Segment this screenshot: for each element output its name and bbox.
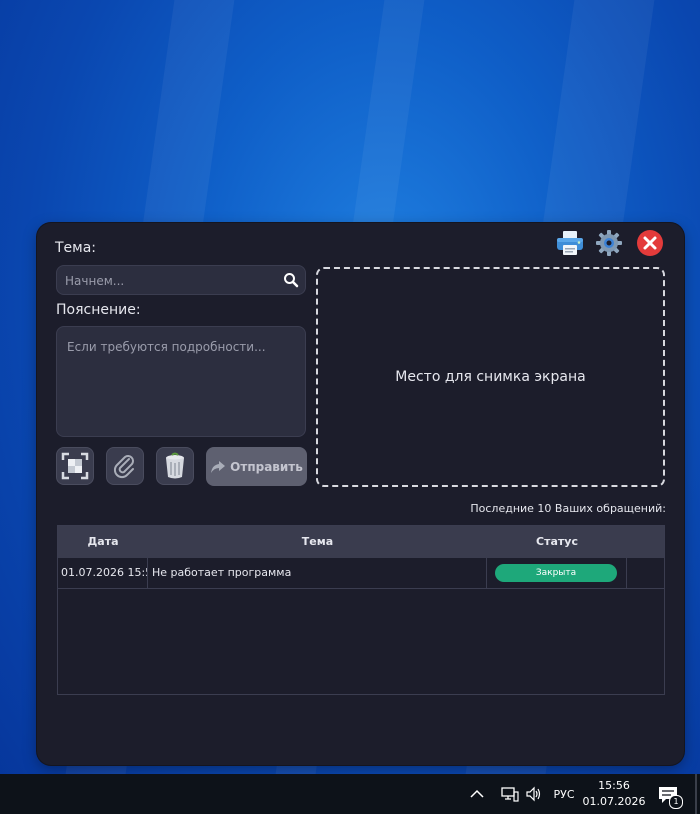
show-desktop-edge[interactable] — [695, 774, 697, 814]
column-header-date[interactable]: Дата — [58, 526, 148, 558]
network-icon — [501, 787, 519, 802]
network-button[interactable] — [500, 785, 520, 803]
topic-label: Тема: — [55, 240, 97, 256]
close-button[interactable] — [636, 229, 664, 257]
status-badge: Закрыта — [495, 564, 617, 582]
close-icon — [637, 230, 663, 256]
clock[interactable]: 15:56 01.07.2026 — [582, 778, 646, 810]
column-header-topic[interactable]: Тема — [148, 526, 487, 558]
send-button-label: Отправить — [230, 459, 303, 474]
description-placeholder: Если требуются подробности... — [67, 340, 266, 354]
description-label: Пояснение: — [56, 302, 141, 318]
print-button[interactable] — [555, 229, 585, 257]
forward-arrow-icon — [211, 460, 226, 473]
printer-icon — [557, 231, 583, 255]
row-topic: Не работает программа — [148, 558, 487, 588]
table-row[interactable]: 01.07.2026 15:55 Не работает программа З… — [58, 558, 664, 589]
support-request-window: Тема: Начнем... Пояснение: Если требуютс… — [37, 223, 684, 765]
taskbar: РУС 15:56 01.07.2026 1 — [0, 774, 700, 814]
row-date: 01.07.2026 15:55 — [58, 558, 148, 588]
description-textarea[interactable]: Если требуются подробности... — [56, 326, 306, 437]
chevron-up-icon — [470, 789, 484, 798]
table-header: Дата Тема Статус — [58, 526, 664, 558]
show-hidden-icons-button[interactable] — [468, 786, 486, 802]
clear-button[interactable] — [156, 447, 194, 485]
language-indicator[interactable]: РУС — [550, 786, 578, 802]
row-status: Закрыта — [487, 558, 627, 588]
gear-icon — [596, 230, 622, 256]
recent-requests-label: Последние 10 Ваших обращений: — [470, 502, 666, 515]
settings-button[interactable] — [595, 229, 623, 257]
trash-icon — [166, 452, 184, 479]
requests-table: Дата Тема Статус 01.07.2026 15:55 Не раб… — [57, 525, 665, 695]
clock-date: 01.07.2026 — [582, 795, 646, 808]
topic-placeholder: Начнем... — [65, 274, 125, 288]
column-header-status[interactable]: Статус — [487, 526, 627, 558]
capture-screenshot-button[interactable] — [56, 447, 94, 485]
notification-count-badge: 1 — [669, 795, 683, 809]
notifications-button[interactable]: 1 — [656, 783, 683, 809]
screen-capture-icon — [61, 452, 89, 480]
paperclip-icon — [113, 455, 134, 479]
speaker-icon — [526, 786, 541, 802]
search-icon — [284, 273, 299, 288]
topic-input[interactable]: Начнем... — [56, 265, 306, 295]
volume-button[interactable] — [524, 785, 544, 803]
send-button[interactable]: Отправить — [206, 447, 307, 486]
attach-file-button[interactable] — [106, 447, 144, 485]
row-extra — [627, 558, 664, 588]
screenshot-area-label: Место для снимка экрана — [395, 369, 586, 385]
screenshot-area[interactable]: Место для снимка экрана — [316, 267, 665, 487]
clock-time: 15:56 — [598, 779, 630, 792]
